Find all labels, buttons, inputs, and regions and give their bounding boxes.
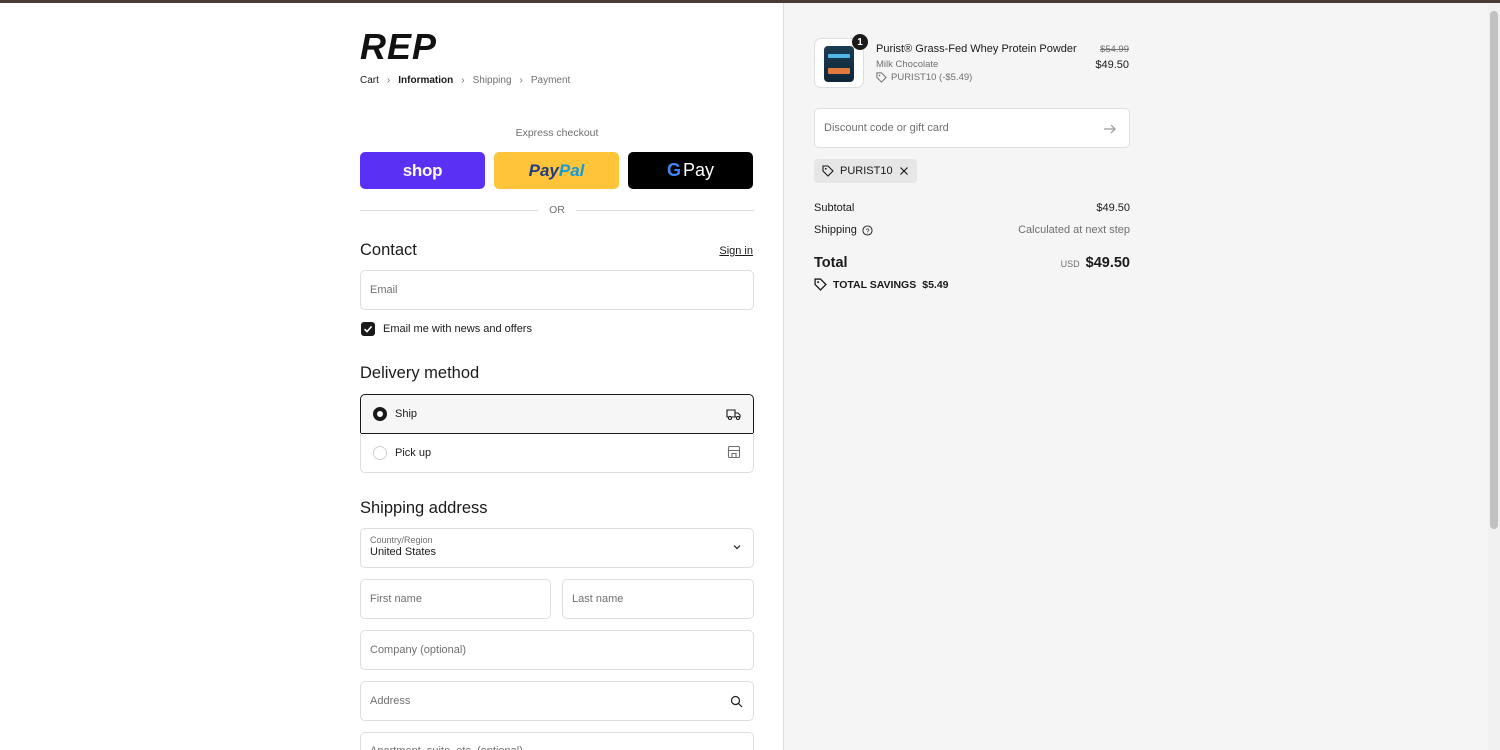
chevron-right-icon: › xyxy=(461,75,465,86)
first-name-input[interactable] xyxy=(370,593,541,605)
paypal-label-a: Pay xyxy=(528,160,559,180)
rep-logo[interactable]: REP xyxy=(360,30,480,62)
newsletter-checkbox[interactable] xyxy=(361,322,375,336)
paypal-button[interactable]: Pay Pal xyxy=(494,152,619,189)
gpay-label: Pay xyxy=(682,160,715,180)
arrow-right-icon[interactable] xyxy=(1103,122,1117,136)
product-discount: PURIST10 (-$5.49) xyxy=(876,72,972,83)
product-variant: Milk Chocolate xyxy=(876,59,939,70)
discount-code-input[interactable] xyxy=(824,122,1094,134)
first-name-field[interactable] xyxy=(360,579,551,619)
shop-pay-button[interactable]: shop xyxy=(360,152,485,189)
applied-discount-chip: PURIST10 xyxy=(814,159,917,183)
search-icon xyxy=(730,695,743,708)
svg-text:REP: REP xyxy=(360,30,437,62)
delivery-option-label: Ship xyxy=(395,408,418,420)
delivery-option-label: Pick up xyxy=(395,446,432,459)
discount-code-field[interactable] xyxy=(814,108,1130,148)
google-g-icon: G xyxy=(666,160,681,180)
company-input[interactable] xyxy=(370,644,744,656)
shipping-label: Shipping xyxy=(814,224,857,236)
delivery-option-ship[interactable]: Ship xyxy=(360,394,754,434)
breadcrumb-cart[interactable]: Cart xyxy=(360,75,379,86)
sign-in-link[interactable]: Sign in xyxy=(719,245,753,257)
chevron-right-icon: › xyxy=(519,75,523,86)
page-scrollbar[interactable] xyxy=(1488,3,1500,750)
tag-icon xyxy=(814,278,827,291)
email-field[interactable] xyxy=(360,270,754,310)
subtotal-value: $49.50 xyxy=(1096,202,1130,214)
savings-label: TOTAL SAVINGS xyxy=(833,278,917,291)
address-input[interactable] xyxy=(370,695,744,707)
last-name-input[interactable] xyxy=(572,593,744,605)
last-name-field[interactable] xyxy=(562,579,754,619)
paypal-label-b: Pal xyxy=(558,160,585,180)
total-savings: TOTAL SAVINGS $5.49 xyxy=(814,278,949,291)
shipping-value: Calculated at next step xyxy=(1018,224,1130,236)
quantity-badge: 1 xyxy=(852,34,868,50)
contact-heading: Contact xyxy=(360,241,417,259)
subtotal-row: Subtotal $49.50 xyxy=(814,202,1130,214)
express-checkout-label: Express checkout xyxy=(515,127,599,139)
total-value: $49.50 xyxy=(1085,255,1130,271)
chevron-down-icon xyxy=(733,545,741,550)
newsletter-label: Email me with news and offers xyxy=(383,323,532,335)
google-pay-button[interactable]: G Pay xyxy=(628,152,753,189)
apartment-input[interactable] xyxy=(370,745,744,750)
radio-unselected[interactable] xyxy=(373,445,387,460)
shipping-address-heading: Shipping address xyxy=(360,499,488,517)
checkmark-icon xyxy=(363,325,373,333)
radio-selected[interactable] xyxy=(373,407,387,421)
help-icon[interactable]: ? xyxy=(862,224,873,236)
product-image xyxy=(824,46,854,82)
product-image-stripe xyxy=(828,68,850,74)
product-image-stripe xyxy=(828,54,850,58)
company-field[interactable] xyxy=(360,630,754,670)
tag-icon xyxy=(822,165,834,177)
svg-text:?: ? xyxy=(865,226,869,235)
chevron-right-icon: › xyxy=(386,75,391,86)
address-field[interactable] xyxy=(360,681,754,721)
close-icon[interactable] xyxy=(899,166,909,176)
subtotal-label: Subtotal xyxy=(814,202,855,214)
breadcrumb-information: Information xyxy=(398,75,454,86)
email-input[interactable] xyxy=(370,284,744,296)
country-value: United States xyxy=(370,546,437,558)
product-old-price: $54.99 xyxy=(1099,44,1129,55)
store-icon xyxy=(727,445,741,459)
country-label: Country/Region xyxy=(370,535,433,545)
savings-value: $5.49 xyxy=(922,278,949,291)
product-discount-code: PURIST10 (-$5.49) xyxy=(891,72,973,83)
tag-icon xyxy=(876,72,887,83)
total-row: Total USD $49.50 xyxy=(814,254,1130,272)
product-price: $49.50 xyxy=(1095,59,1129,71)
total-label: Total xyxy=(814,255,848,271)
separator-line xyxy=(576,210,754,211)
apartment-field[interactable] xyxy=(360,732,754,750)
country-select[interactable]: Country/Region United States xyxy=(360,528,754,568)
delivery-option-pickup[interactable]: Pick up xyxy=(360,433,754,473)
scrollbar-thumb[interactable] xyxy=(1490,11,1498,529)
shipping-row: Shipping ? Calculated at next step xyxy=(814,224,1130,236)
breadcrumb: Cart › Information › Shipping › Payment xyxy=(360,75,570,86)
delivery-heading: Delivery method xyxy=(360,364,480,382)
breadcrumb-shipping: Shipping xyxy=(472,75,512,86)
delivery-method-group: Ship Pick up xyxy=(360,394,754,473)
applied-discount-code: PURIST10 xyxy=(840,165,893,177)
breadcrumb-payment: Payment xyxy=(530,75,571,86)
currency-code: USD xyxy=(1060,259,1080,269)
truck-icon xyxy=(726,409,741,421)
or-separator: OR xyxy=(360,204,754,218)
shop-pay-label: shop xyxy=(402,160,443,180)
product-name: Purist® Grass-Fed Whey Protein Powder xyxy=(876,43,1077,55)
newsletter-checkbox-row[interactable]: Email me with news and offers xyxy=(361,322,532,336)
